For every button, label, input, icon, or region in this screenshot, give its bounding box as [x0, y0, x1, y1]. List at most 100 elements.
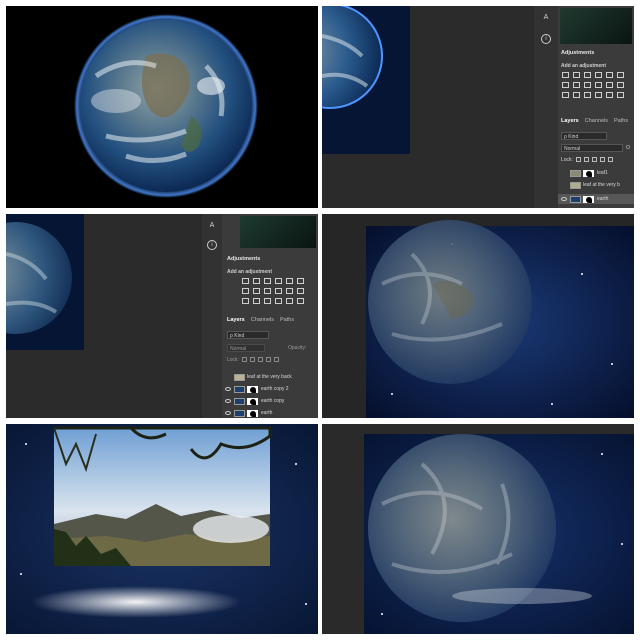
- gradient-icon[interactable]: [297, 278, 304, 284]
- hue-icon[interactable]: [562, 82, 569, 88]
- eye-icon[interactable]: [561, 197, 567, 201]
- color-picker-field[interactable]: [560, 8, 632, 44]
- tab-paths[interactable]: Paths: [614, 118, 628, 124]
- layer-row[interactable]: earth: [558, 194, 634, 204]
- bw-icon[interactable]: [264, 288, 271, 294]
- exposure-icon[interactable]: [595, 72, 602, 78]
- layer-name: earth: [597, 196, 609, 202]
- tab-layers[interactable]: Layers: [561, 118, 579, 124]
- adjustment-icons: [562, 72, 624, 98]
- text-tool-icon[interactable]: A: [207, 222, 217, 229]
- eye-icon[interactable]: [225, 411, 231, 415]
- lock-icons: [242, 357, 279, 362]
- posterize-icon[interactable]: [253, 298, 260, 304]
- gradient-map-icon[interactable]: [606, 92, 613, 98]
- layer-thumb: [570, 169, 581, 177]
- layer-name: earth copy 2: [261, 386, 289, 392]
- mixer-icon[interactable]: [606, 82, 613, 88]
- layer-mask: [583, 195, 594, 203]
- add-adjustment-label: Add an adjustment: [561, 63, 607, 69]
- layer-row[interactable]: leaf at the very b: [558, 180, 634, 190]
- posterize-icon[interactable]: [573, 92, 580, 98]
- levels-icon[interactable]: [253, 278, 260, 284]
- threshold-icon[interactable]: [584, 92, 591, 98]
- lock-pixels-icon[interactable]: [576, 157, 581, 162]
- lock-pixels-icon[interactable]: [242, 357, 247, 362]
- bw-icon[interactable]: [584, 82, 591, 88]
- layer-thumb: [234, 397, 245, 405]
- canvas-document[interactable]: [6, 214, 84, 350]
- eye-icon[interactable]: [561, 183, 567, 187]
- kind-filter[interactable]: ρ Kind: [227, 331, 269, 339]
- lock-all-icon[interactable]: [274, 357, 279, 362]
- brightness-icon[interactable]: [562, 72, 569, 78]
- gradient-map-icon[interactable]: [286, 298, 293, 304]
- adjustments-tab[interactable]: Adjustments: [561, 50, 594, 56]
- invert-icon[interactable]: [242, 298, 249, 304]
- lock-brush-icon[interactable]: [584, 157, 589, 162]
- blended-planet-image: [322, 214, 634, 418]
- selective-color-icon[interactable]: [275, 298, 282, 304]
- lock-all-icon[interactable]: [608, 157, 613, 162]
- vibrance-icon[interactable]: [286, 278, 293, 284]
- layer-mask: [247, 385, 258, 393]
- layer-thumb: [234, 373, 245, 381]
- brightness-icon[interactable]: [242, 278, 249, 284]
- info-icon[interactable]: i: [207, 240, 217, 250]
- eye-icon[interactable]: [225, 387, 231, 391]
- curves-icon[interactable]: [584, 72, 591, 78]
- gradient-icon[interactable]: [617, 72, 624, 78]
- layer-row[interactable]: leaf at the very back: [222, 372, 318, 382]
- curves-icon[interactable]: [264, 278, 271, 284]
- adjustments-tab[interactable]: Adjustments: [227, 256, 260, 262]
- eye-icon[interactable]: [225, 399, 231, 403]
- lock-move-icon[interactable]: [258, 357, 263, 362]
- eye-icon[interactable]: [225, 375, 231, 379]
- color-picker-field[interactable]: [240, 216, 316, 248]
- hue-icon[interactable]: [242, 288, 249, 294]
- photo-filter-icon[interactable]: [595, 82, 602, 88]
- opacity-label: O: [626, 145, 630, 151]
- blend-mode-select[interactable]: Normal: [227, 344, 265, 352]
- invert-icon[interactable]: [562, 92, 569, 98]
- exposure-icon[interactable]: [275, 278, 282, 284]
- lock-artboard-icon[interactable]: [600, 157, 605, 162]
- info-icon[interactable]: i: [541, 34, 551, 44]
- layer-row[interactable]: earth copy: [222, 396, 318, 406]
- lock-artboard-icon[interactable]: [266, 357, 271, 362]
- lookup-icon[interactable]: [617, 82, 624, 88]
- threshold-icon[interactable]: [264, 298, 271, 304]
- layer-name: earth copy: [261, 398, 285, 404]
- tab-channels[interactable]: Channels: [585, 118, 608, 124]
- panels-dock: Adjustments Add an adjustment Layers Cha…: [558, 6, 634, 208]
- lookup-icon[interactable]: [297, 288, 304, 294]
- layers-tabs: Layers Channels Paths: [561, 118, 628, 124]
- tab-paths[interactable]: Paths: [280, 317, 294, 323]
- layer-row[interactable]: earth copy 2: [222, 384, 318, 394]
- blend-mode-select[interactable]: Normal: [561, 144, 623, 152]
- solid-icon[interactable]: [297, 298, 304, 304]
- solid-icon[interactable]: [617, 92, 624, 98]
- text-tool-icon[interactable]: A: [541, 14, 551, 21]
- layer-row[interactable]: leaf1: [558, 168, 634, 178]
- layer-mask: [247, 397, 258, 405]
- layer-thumb: [234, 409, 245, 417]
- eye-icon[interactable]: [561, 171, 567, 175]
- kind-filter[interactable]: ρ Kind: [561, 132, 607, 140]
- mixer-icon[interactable]: [286, 288, 293, 294]
- layer-name: leaf at the very b: [583, 182, 620, 188]
- layer-row[interactable]: earth: [222, 408, 318, 418]
- tool-strip: A i: [202, 214, 222, 418]
- vibrance-icon[interactable]: [606, 72, 613, 78]
- lock-move-icon[interactable]: [592, 157, 597, 162]
- balance-icon[interactable]: [253, 288, 260, 294]
- tab-layers[interactable]: Layers: [227, 317, 245, 323]
- levels-icon[interactable]: [573, 72, 580, 78]
- photo-filter-icon[interactable]: [275, 288, 282, 294]
- layer-mask: [247, 409, 258, 417]
- tab-channels[interactable]: Channels: [251, 317, 274, 323]
- selective-color-icon[interactable]: [595, 92, 602, 98]
- canvas-document[interactable]: [322, 6, 410, 154]
- balance-icon[interactable]: [573, 82, 580, 88]
- lock-brush-icon[interactable]: [250, 357, 255, 362]
